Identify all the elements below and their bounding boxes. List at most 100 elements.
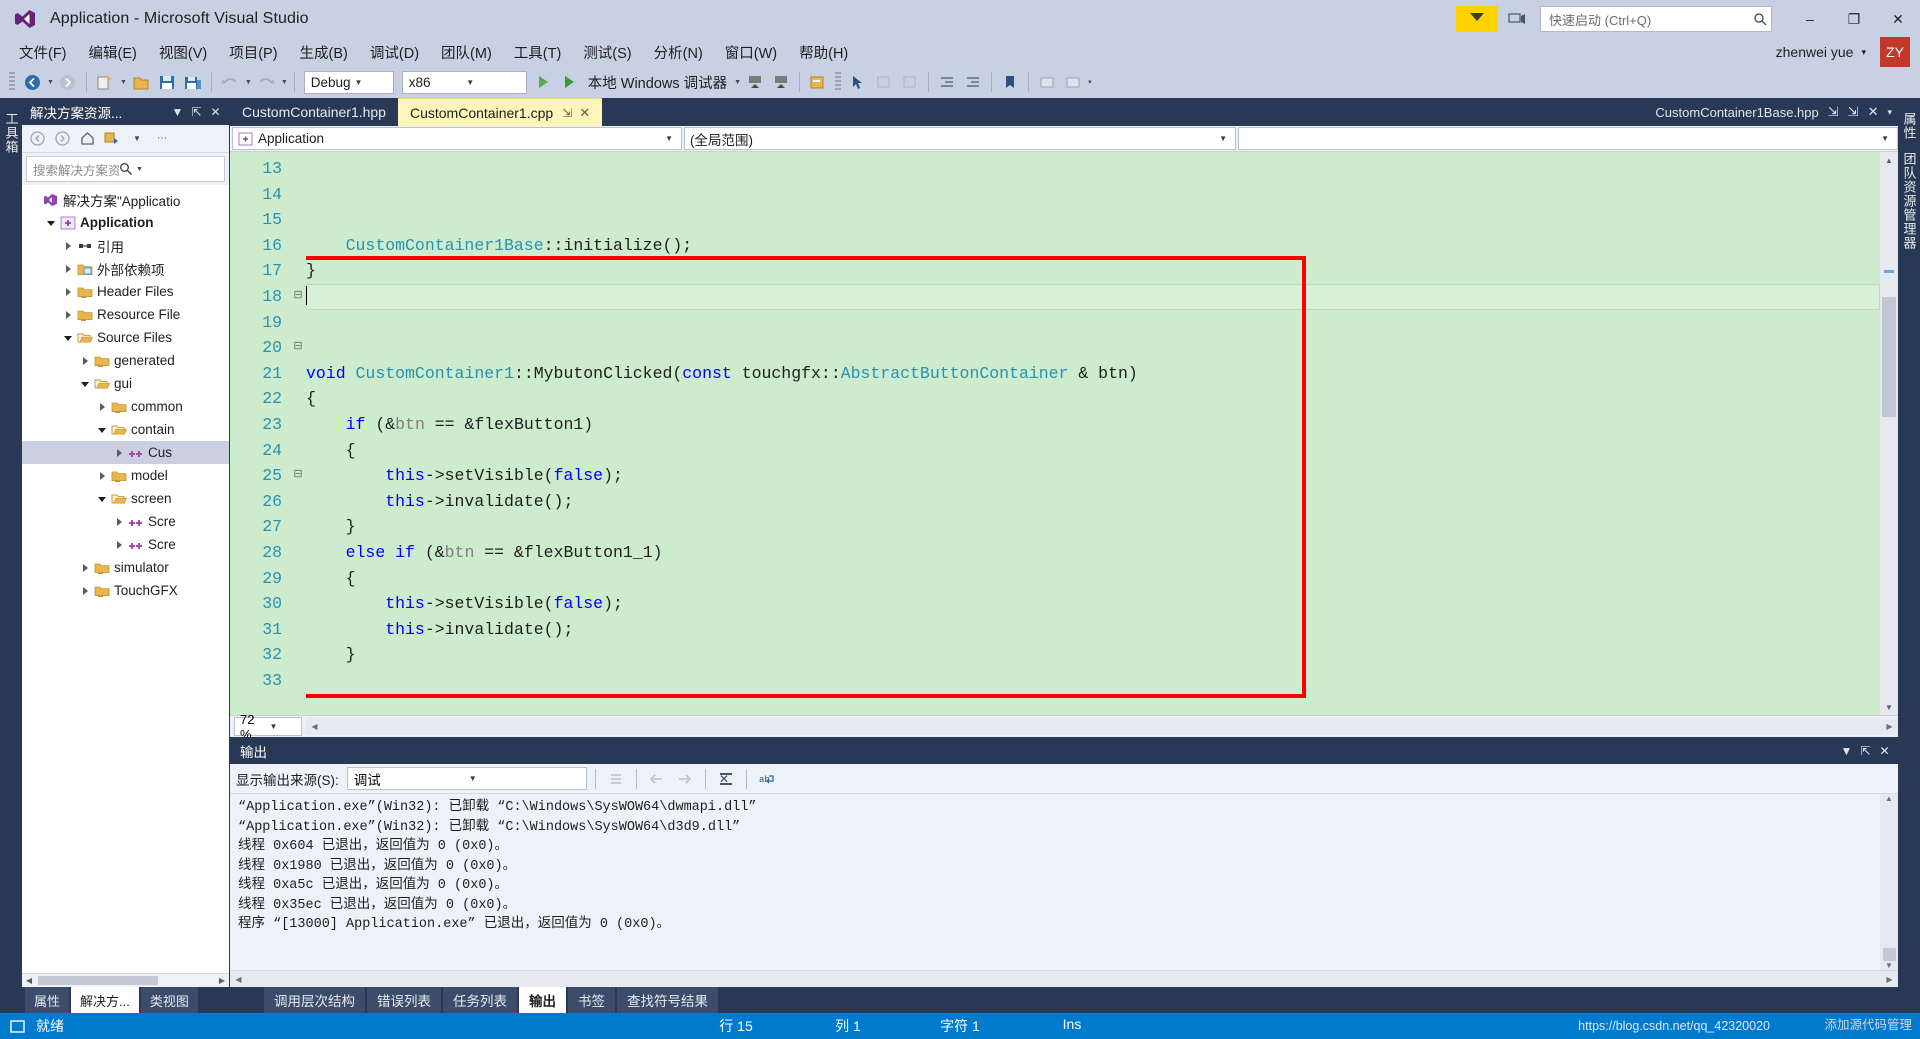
menu-item-window[interactable]: 窗口(W) xyxy=(714,39,788,66)
toolbox-tab[interactable]: 工具箱 xyxy=(0,106,24,160)
code-line[interactable]: this->invalidate(); xyxy=(306,617,1880,643)
quick-launch-input[interactable]: 快速启动 (Ctrl+Q) xyxy=(1540,6,1772,32)
code-line[interactable]: CustomContainer1Base::initialize(); xyxy=(306,233,1880,259)
tab-call-hierarchy[interactable]: 调用层次结构 xyxy=(264,987,365,1013)
expand-arrow-icon[interactable] xyxy=(60,261,76,277)
start-button[interactable] xyxy=(558,70,582,94)
back-icon[interactable] xyxy=(26,128,48,150)
code-line[interactable] xyxy=(306,283,1880,310)
attach-process-button[interactable] xyxy=(743,70,767,94)
collapse-arrow-icon[interactable] xyxy=(43,215,59,231)
scroll-right-icon[interactable]: ▶ xyxy=(1881,975,1898,984)
scroll-down-icon[interactable]: ▼ xyxy=(1885,699,1893,715)
menu-item-file[interactable]: 文件(F) xyxy=(8,39,78,66)
code-line[interactable]: else if (&btn == &flexButton1_1) xyxy=(306,540,1880,566)
code-line[interactable]: this->invalidate(); xyxy=(306,489,1880,515)
scroll-left-icon[interactable]: ◀ xyxy=(22,976,36,985)
more-options-icon[interactable]: ⋯ xyxy=(151,128,173,150)
solution-explorer-search-input[interactable]: 搜索解决方案资源管 ▼ xyxy=(26,156,225,182)
go-to-next-message-icon[interactable] xyxy=(673,768,697,790)
indent-increase-button[interactable] xyxy=(961,70,985,94)
pin-icon[interactable]: ⇲ xyxy=(1828,104,1839,120)
chevron-down-icon[interactable]: ▼ xyxy=(126,128,148,150)
properties-dock-tab[interactable]: 属性 xyxy=(1897,106,1920,146)
tab-properties[interactable]: 属性 xyxy=(25,987,70,1013)
close-button[interactable]: ✕ xyxy=(1876,0,1920,38)
code-line[interactable]: { xyxy=(306,438,1880,464)
output-vertical-scrollbar[interactable]: ▲ ▼ xyxy=(1880,794,1898,970)
scroll-right-icon[interactable]: ▶ xyxy=(1881,722,1898,731)
scroll-down-icon[interactable]: ▼ xyxy=(1885,961,1893,970)
chevron-down-icon[interactable]: ▾ xyxy=(1887,107,1892,118)
scroll-thumb[interactable] xyxy=(1882,297,1896,417)
open-file-button[interactable] xyxy=(129,70,153,94)
save-button[interactable] xyxy=(155,70,179,94)
code-line[interactable] xyxy=(306,668,1880,694)
solution-tree-hscrollbar[interactable]: ◀ ▶ xyxy=(22,973,229,987)
clear-all-icon[interactable]: ✕ xyxy=(714,768,738,790)
tree-item[interactable]: 引用 xyxy=(22,234,229,257)
save-all-button[interactable] xyxy=(181,70,205,94)
expand-arrow-icon[interactable] xyxy=(94,468,110,484)
nav-third-dropdown[interactable]: ▼ xyxy=(1238,127,1898,150)
editor-horizontal-scrollbar[interactable]: ◀ ▶ xyxy=(306,718,1898,735)
scroll-right-icon[interactable]: ▶ xyxy=(215,976,229,985)
bookmark-icon[interactable] xyxy=(998,70,1022,94)
avatar[interactable]: ZY xyxy=(1880,37,1910,67)
solution-tree[interactable]: 解决方案"Applicatio Application 引用 外部依赖项 Header … xyxy=(22,185,229,973)
zoom-level-dropdown[interactable]: 72 % ▼ xyxy=(234,712,302,742)
tree-item[interactable]: generated xyxy=(22,349,229,372)
code-folding-gutter[interactable]: ⊟ ⊟ ⊟ xyxy=(290,152,306,715)
parameter-info-button[interactable] xyxy=(1061,70,1085,94)
tree-item[interactable]: common xyxy=(22,395,229,418)
tree-item[interactable]: 外部依赖项 xyxy=(22,257,229,280)
attach-process-alt-button[interactable] xyxy=(769,70,793,94)
team-explorer-dock-tab[interactable]: 团队资源管理器 xyxy=(1897,146,1920,256)
expand-arrow-icon[interactable] xyxy=(60,238,76,254)
menu-item-debug[interactable]: 调试(D) xyxy=(359,39,430,66)
output-source-dropdown[interactable]: 调试 ▼ xyxy=(346,767,587,790)
output-horizontal-scrollbar[interactable]: ◀ ▶ xyxy=(230,970,1898,987)
maximize-button[interactable]: ❐ xyxy=(1832,0,1876,38)
menu-item-view[interactable]: 视图(V) xyxy=(148,39,218,66)
menu-item-analyze[interactable]: 分析(N) xyxy=(643,39,714,66)
user-account-area[interactable]: zhenwei yue ▾ ZY xyxy=(1776,37,1910,67)
code-text[interactable]: CustomContainer1Base::initialize();} void… xyxy=(306,152,1880,715)
fold-toggle-icon[interactable]: ⊟ xyxy=(290,463,306,489)
close-icon[interactable]: ✕ xyxy=(1868,104,1879,120)
collapse-arrow-icon[interactable] xyxy=(60,330,76,346)
tree-item[interactable]: model xyxy=(22,464,229,487)
scroll-up-icon[interactable]: ▲ xyxy=(1885,152,1893,168)
code-line[interactable]: this->setVisible(false); xyxy=(306,591,1880,617)
expand-arrow-icon[interactable] xyxy=(77,560,93,576)
send-feedback-button[interactable] xyxy=(1456,6,1498,32)
code-line[interactable]: this->setVisible(false); xyxy=(306,463,1880,489)
code-line[interactable] xyxy=(306,693,1880,715)
toolbar-grip[interactable] xyxy=(9,72,15,92)
chevron-down-icon[interactable]: ▼ xyxy=(133,166,222,173)
right-tab-label[interactable]: CustomContainer1Base.hpp xyxy=(1655,105,1818,120)
code-line[interactable]: if (&btn == &flexButton1) xyxy=(306,412,1880,438)
code-line[interactable]: { xyxy=(306,386,1880,412)
restore-down-icon[interactable]: ⇲ xyxy=(1848,104,1859,120)
chevron-down-icon[interactable]: ▼ xyxy=(1837,742,1856,761)
tree-item[interactable]: Scre xyxy=(22,510,229,533)
scroll-up-icon[interactable]: ▲ xyxy=(1885,794,1893,803)
tab-bookmarks[interactable]: 书签 xyxy=(568,987,615,1013)
uncomment-selection-button[interactable] xyxy=(898,70,922,94)
navigate-backward-button[interactable] xyxy=(20,70,44,94)
notifications-icon[interactable] xyxy=(1504,6,1530,32)
navigate-forward-button[interactable] xyxy=(56,70,80,94)
editor-tab-cpp[interactable]: CustomContainer1.cpp ⇲ ✕ xyxy=(397,98,603,126)
comment-selection-button[interactable] xyxy=(872,70,896,94)
expand-arrow-icon[interactable] xyxy=(94,399,110,415)
tab-class-view[interactable]: 类视图 xyxy=(140,987,198,1013)
solution-platform-dropdown[interactable]: x86 ▼ xyxy=(401,70,527,94)
nav-scope-dropdown[interactable]: Application ▼ xyxy=(232,127,682,150)
tree-item[interactable]: Scre xyxy=(22,533,229,556)
scroll-thumb[interactable] xyxy=(1882,948,1896,961)
minimize-button[interactable]: – xyxy=(1788,0,1832,38)
pin-icon[interactable]: ⇲ xyxy=(562,106,572,120)
expand-arrow-icon[interactable] xyxy=(111,537,127,553)
menu-item-help[interactable]: 帮助(H) xyxy=(788,39,859,66)
